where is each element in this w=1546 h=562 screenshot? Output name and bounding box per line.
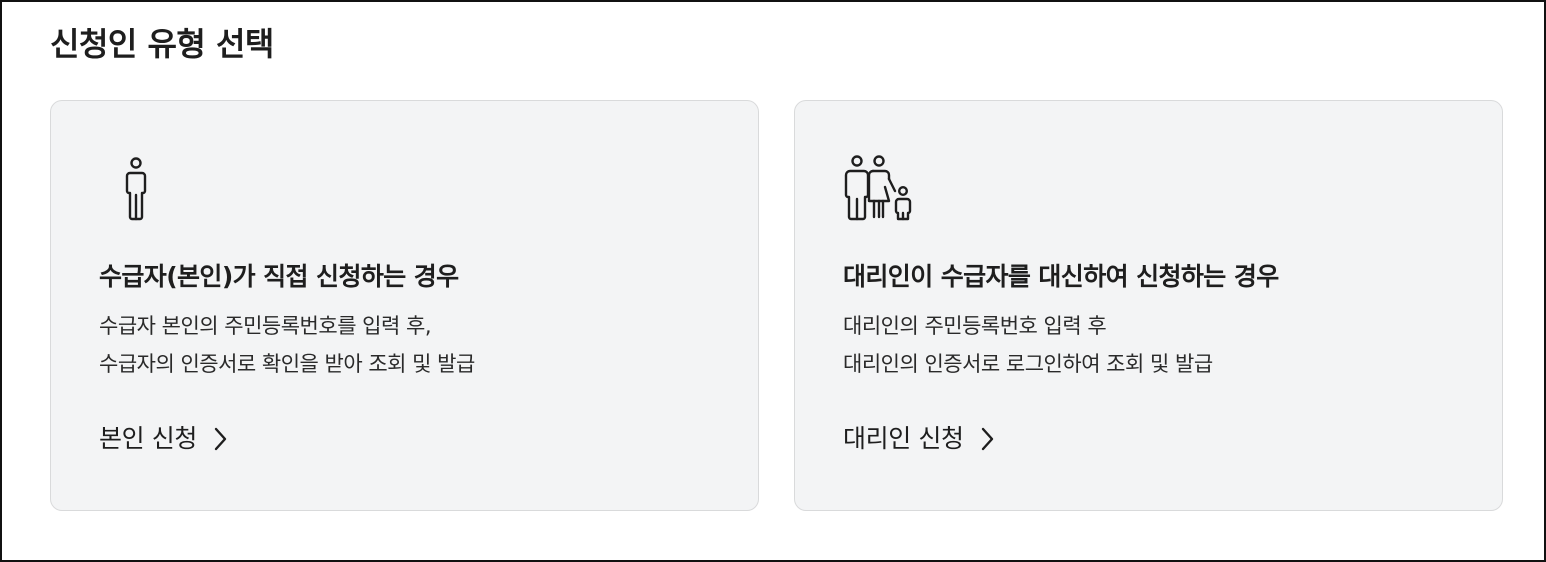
option-description: 대리인의 주민등록번호 입력 후 대리인의 인증서로 로그인하여 조회 및 발급 bbox=[843, 307, 1213, 383]
page-title: 신청인 유형 선택 bbox=[50, 25, 274, 63]
applicant-option-proxy-card[interactable]: 대리인이 수급자를 대신하여 신청하는 경우 대리인의 주민등록번호 입력 후 … bbox=[794, 100, 1503, 511]
option-description-line: 대리인의 인증서로 로그인하여 조회 및 발급 bbox=[843, 352, 1213, 376]
page-frame: 신청인 유형 선택 수급자(본인)가 직접 신청하는 경우 수급자 본인의 주민… bbox=[0, 0, 1546, 562]
self-apply-label: 본인 신청 bbox=[99, 424, 197, 453]
option-description-line: 대리인의 주민등록번호 입력 후 bbox=[843, 314, 1107, 338]
option-heading: 수급자(본인)가 직접 신청하는 경우 bbox=[99, 262, 459, 291]
chevron-right-icon bbox=[211, 426, 229, 452]
option-description: 수급자 본인의 주민등록번호를 입력 후, 수급자의 인증서로 확인을 받아 조… bbox=[99, 307, 475, 383]
option-description-line: 수급자 본인의 주민등록번호를 입력 후, bbox=[99, 314, 431, 338]
proxy-apply-link[interactable]: 대리인 신청 bbox=[843, 421, 996, 457]
option-heading: 대리인이 수급자를 대신하여 신청하는 경우 bbox=[843, 262, 1279, 291]
chevron-right-icon bbox=[978, 426, 996, 452]
applicant-option-self-card[interactable]: 수급자(본인)가 직접 신청하는 경우 수급자 본인의 주민등록번호를 입력 후… bbox=[50, 100, 759, 511]
self-apply-link[interactable]: 본인 신청 bbox=[99, 421, 229, 457]
option-description-line: 수급자의 인증서로 확인을 받아 조회 및 발급 bbox=[99, 352, 475, 376]
proxy-apply-label: 대리인 신청 bbox=[843, 424, 964, 453]
person-icon bbox=[99, 153, 179, 229]
family-icon bbox=[843, 153, 923, 229]
